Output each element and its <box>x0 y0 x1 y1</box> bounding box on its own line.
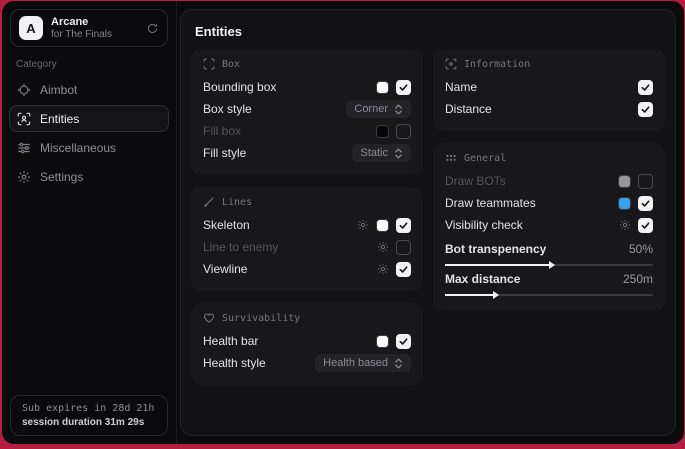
checkbox-health-bar[interactable] <box>396 334 411 349</box>
color-swatch[interactable] <box>376 81 389 94</box>
info-scan-icon <box>445 58 457 70</box>
fill-style-dropdown[interactable]: Static <box>352 144 411 162</box>
setting-row-fill-style: Fill style Static <box>203 142 411 164</box>
color-swatch[interactable] <box>376 219 389 232</box>
max-distance-slider[interactable] <box>445 294 653 296</box>
line-icon <box>203 196 215 208</box>
checkbox-bounding-box[interactable] <box>396 80 411 95</box>
sync-icon[interactable] <box>146 22 159 35</box>
checkbox-line-to-enemy[interactable] <box>396 240 411 255</box>
sliders-icon <box>17 141 31 155</box>
setting-row-distance: Distance <box>445 98 653 120</box>
checkbox-skeleton[interactable] <box>396 218 411 233</box>
setting-row-draw-teammates: Draw teammates <box>445 192 653 214</box>
survivability-card: Survivability Health bar <box>191 303 423 385</box>
gear-icon[interactable] <box>377 241 389 253</box>
chevrons-up-down-icon <box>394 104 403 115</box>
information-card: Information Name Distance <box>433 49 665 131</box>
checkbox-distance[interactable] <box>638 102 653 117</box>
setting-row-visibility-check: Visibility check <box>445 214 653 236</box>
gear-icon[interactable] <box>377 263 389 275</box>
gear-icon[interactable] <box>357 219 369 231</box>
slider-thumb[interactable] <box>493 291 499 299</box>
chevrons-up-down-icon <box>394 358 403 369</box>
color-swatch[interactable] <box>376 125 389 138</box>
checkbox-draw-teammates[interactable] <box>638 196 653 211</box>
box-card: Box Bounding box Box <box>191 49 423 175</box>
app-window: A Arcane for The Finals Category Aimbot <box>2 1 684 444</box>
setting-row-fill-box: Fill box <box>203 120 411 142</box>
slider-value: 250m <box>623 272 653 286</box>
subscription-card: Sub expires in 28d 21h session duration … <box>10 395 168 436</box>
checkbox-draw-bots[interactable] <box>638 174 653 189</box>
sidebar-nav: Aimbot Entities Miscella <box>2 76 176 190</box>
sidebar-item-label: Miscellaneous <box>40 141 116 155</box>
sidebar-item-miscellaneous[interactable]: Miscellaneous <box>9 134 169 161</box>
sidebar: A Arcane for The Finals Category Aimbot <box>2 1 177 444</box>
health-style-dropdown[interactable]: Health based <box>315 354 411 372</box>
crosshair-icon <box>17 83 31 97</box>
setting-row-line-to-enemy: Line to enemy <box>203 236 411 258</box>
left-column: Box Bounding box Box <box>191 49 423 385</box>
main-area: Entities Box <box>177 1 684 444</box>
category-label: Category <box>16 59 176 70</box>
setting-row-viewline: Viewline <box>203 258 411 280</box>
color-swatch[interactable] <box>376 335 389 348</box>
sidebar-item-aimbot[interactable]: Aimbot <box>9 76 169 103</box>
page-title: Entities <box>195 24 665 39</box>
app-subtitle: for The Finals <box>51 29 138 41</box>
right-column: Information Name Distance <box>433 49 665 385</box>
section-header: Survivability <box>222 313 300 324</box>
sidebar-item-entities[interactable]: Entities <box>9 105 169 132</box>
slider-value: 50% <box>629 242 653 256</box>
slider-thumb[interactable] <box>549 261 555 269</box>
app-name: Arcane <box>51 16 138 29</box>
setting-row-health-bar: Health bar <box>203 330 411 352</box>
gear-icon <box>17 170 31 184</box>
section-header: General <box>464 153 506 164</box>
sidebar-item-label: Entities <box>40 112 79 126</box>
session-duration-text: session duration 31m 29s <box>22 417 156 428</box>
checkbox-viewline[interactable] <box>396 262 411 277</box>
setting-row-draw-bots: Draw BOTs <box>445 170 653 192</box>
setting-row-box-style: Box style Corner <box>203 98 411 120</box>
main-panel: Entities Box <box>180 9 676 436</box>
heart-icon <box>203 312 215 324</box>
app-header-card: A Arcane for The Finals <box>10 9 168 47</box>
setting-row-name: Name <box>445 76 653 98</box>
sub-expiry-text: Sub expires in 28d 21h <box>22 403 156 414</box>
section-header: Information <box>464 59 530 70</box>
gear-icon[interactable] <box>619 219 631 231</box>
section-header: Lines <box>222 197 252 208</box>
general-card: General Draw BOTs Draw teammates <box>433 143 665 311</box>
slider-bot-transparency: Bot transpenency 50% <box>445 240 653 266</box>
setting-row-bounding-box: Bounding box <box>203 76 411 98</box>
box-corners-icon <box>203 58 215 70</box>
checkbox-visibility-check[interactable] <box>638 218 653 233</box>
color-swatch[interactable] <box>618 175 631 188</box>
checkbox-name[interactable] <box>638 80 653 95</box>
chevrons-up-down-icon <box>394 148 403 159</box>
slider-max-distance: Max distance 250m <box>445 270 653 296</box>
sidebar-item-label: Aimbot <box>40 83 77 97</box>
setting-row-health-style: Health style Health based <box>203 352 411 374</box>
lines-card: Lines Skeleton <box>191 187 423 291</box>
color-swatch[interactable] <box>618 197 631 210</box>
section-header: Box <box>222 59 240 70</box>
box-style-dropdown[interactable]: Corner <box>346 100 411 118</box>
checkbox-fill-box[interactable] <box>396 124 411 139</box>
grid-dots-icon <box>445 152 457 164</box>
bot-transparency-slider[interactable] <box>445 264 653 266</box>
scan-person-icon <box>17 112 31 126</box>
sidebar-item-settings[interactable]: Settings <box>9 163 169 190</box>
setting-row-skeleton: Skeleton <box>203 214 411 236</box>
sidebar-item-label: Settings <box>40 170 83 184</box>
app-logo: A <box>19 16 43 40</box>
